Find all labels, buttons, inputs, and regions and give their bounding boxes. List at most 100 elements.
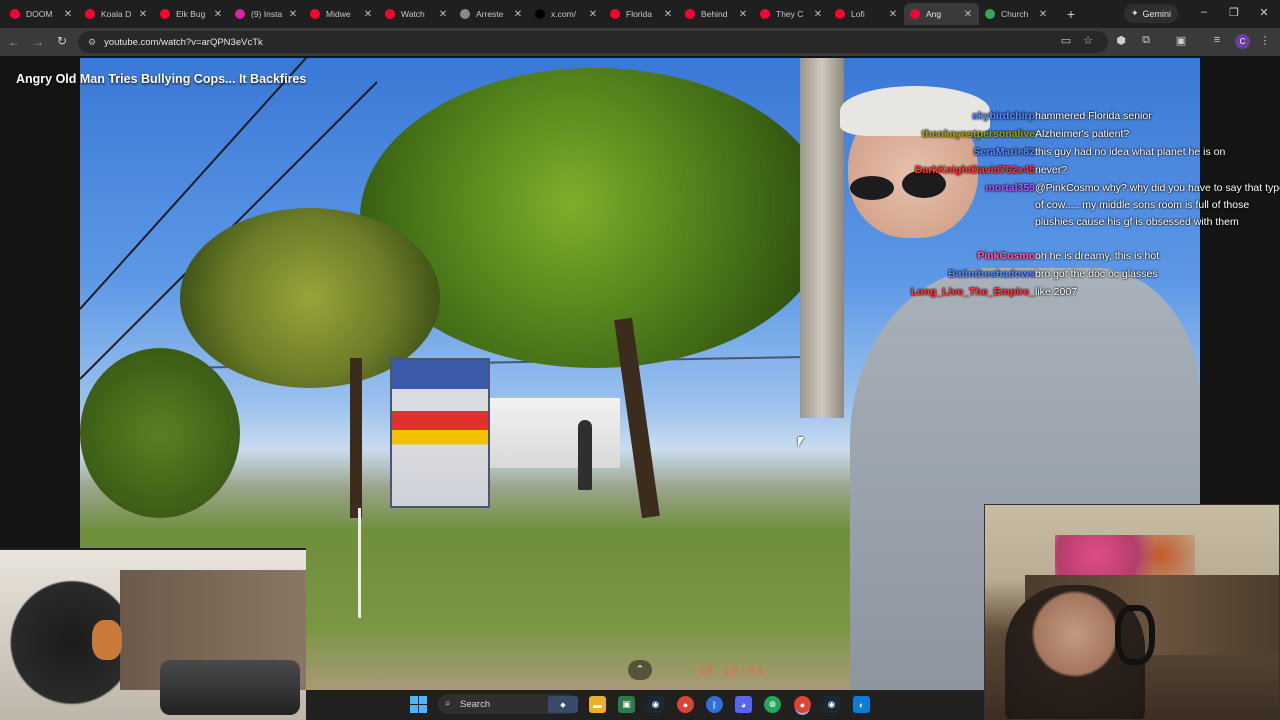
close-tab-icon[interactable]: ✕ (63, 9, 73, 20)
forward-icon[interactable]: → (26, 35, 50, 49)
windows-start-icon[interactable] (410, 696, 427, 713)
youtube-icon (160, 9, 170, 19)
tab-title: Watch (401, 9, 425, 19)
close-tab-icon[interactable]: ✕ (363, 9, 373, 20)
browser-tab[interactable]: They C ✕ (754, 3, 829, 25)
webcam-left (0, 548, 306, 720)
chat-username[interactable]: SeraMarie82 (973, 144, 1035, 161)
close-tab-icon[interactable]: ✕ (213, 9, 223, 20)
site-info-icon[interactable]: ⚙ (88, 37, 96, 48)
chat-username[interactable]: theokayestpersonalive (922, 126, 1035, 143)
browser-tab[interactable]: Elk Bug ✕ (154, 3, 229, 25)
browser-tab[interactable]: Arreste ✕ (454, 3, 529, 25)
media-controls-icon[interactable]: ≡ (1209, 34, 1225, 46)
close-tab-icon[interactable]: ✕ (1038, 9, 1048, 20)
browser-tab[interactable]: x.com/ ✕ (529, 3, 604, 25)
minimize-icon[interactable]: – (1197, 6, 1211, 18)
steam-icon[interactable]: ◉ (647, 696, 664, 713)
plush-toys (1055, 535, 1195, 575)
chat-username[interactable]: PinkCosmo (977, 248, 1035, 265)
youtube-icon (760, 9, 770, 19)
youtube-icon (835, 9, 845, 19)
instagram-icon (235, 9, 245, 19)
more-menu-icon[interactable]: ⋮ (1257, 34, 1273, 47)
app-icon[interactable]: ▣ (618, 696, 635, 713)
close-tab-icon[interactable]: ✕ (513, 9, 523, 20)
close-tab-icon[interactable]: ✕ (138, 9, 148, 20)
browser-tab[interactable]: Watch ✕ (379, 3, 454, 25)
teddy-bear (92, 620, 122, 660)
close-tab-icon[interactable]: ✕ (738, 9, 748, 20)
camera-timestamp: -18 10:04 (690, 664, 765, 678)
browser-tab[interactable]: DOOM ✕ (4, 3, 79, 25)
youtube-icon (610, 9, 620, 19)
youtube-icon (910, 9, 920, 19)
tab-title: x.com/ (551, 9, 577, 19)
back-icon[interactable]: ← (2, 35, 26, 49)
extension-icon[interactable]: ⬢ (1113, 34, 1129, 47)
chrome-active-icon[interactable]: ● (794, 696, 811, 713)
browser-tab[interactable]: Koala D ✕ (79, 3, 154, 25)
address-bar[interactable]: ⚙ youtube.com/watch?v=arQPN3eVcTk (78, 31, 1108, 53)
tab-title: Midwe (326, 9, 351, 19)
edge-icon[interactable]: ◐ (853, 696, 870, 713)
youtube-icon (10, 9, 20, 19)
cast-icon[interactable]: ▭ (1058, 34, 1074, 47)
new-tab-icon[interactable]: + (1060, 6, 1082, 22)
close-tab-icon[interactable]: ✕ (813, 9, 823, 20)
chat-username[interactable]: Long_Live_The_Empire_ (911, 284, 1035, 301)
sparkle-icon: ✦ (1130, 8, 1139, 18)
browser-tab[interactable]: Lofi ✕ (829, 3, 904, 25)
x-icon (535, 9, 545, 19)
profile-avatar[interactable]: C (1235, 34, 1250, 49)
chat-username[interactable]: skybirdchirp (972, 108, 1035, 125)
sidebar-icon[interactable]: ▣ (1173, 34, 1189, 47)
youtube-icon (385, 9, 395, 19)
close-tab-icon[interactable]: ✕ (663, 9, 673, 20)
browser-tab[interactable]: Church ✕ (979, 3, 1054, 25)
gemini-button[interactable]: ✦ Gemini (1124, 4, 1178, 23)
chat-text: @PinkCosmo why? why did you have to say … (1035, 182, 1280, 228)
tab-title: Arreste (476, 9, 504, 19)
mouse-cursor (798, 437, 804, 447)
robot-tank (160, 660, 300, 715)
discord-icon[interactable]: ◕ (735, 696, 752, 713)
close-tab-icon[interactable]: ✕ (588, 9, 598, 20)
sunglasses-left (850, 176, 894, 200)
xbox-icon[interactable]: ⊗ (764, 696, 781, 713)
close-window-icon[interactable]: ✕ (1257, 6, 1271, 19)
youtube-icon (685, 9, 695, 19)
chat-text: hammered Florida senior (1035, 110, 1152, 122)
chat-username[interactable]: mortal359 (985, 180, 1035, 197)
bystander (578, 420, 592, 490)
file-explorer-icon[interactable]: ▬ (589, 696, 606, 713)
tab-title: Elk Bug (176, 9, 206, 19)
bookmark-star-icon[interactable]: ☆ (1080, 34, 1096, 47)
chat-username[interactable]: DarkKnightDavid762x45 (915, 162, 1035, 179)
browser-tab[interactable]: Ang ✕ (904, 3, 979, 25)
webcam-right (984, 504, 1280, 720)
close-tab-icon[interactable]: ✕ (438, 9, 448, 20)
browser-toolbar: ← → ↻ ⚙ youtube.com/watch?v=arQPN3eVcTk … (0, 28, 1280, 56)
maximize-icon[interactable]: ❐ (1227, 6, 1241, 19)
chat-text: like 2007 (1035, 286, 1078, 298)
extensions-puzzle-icon[interactable]: ⧉ (1138, 34, 1154, 47)
browser-tab[interactable]: Behind ✕ (679, 3, 754, 25)
browser-tab[interactable]: (9) Insta ✕ (229, 3, 304, 25)
chevron-up-icon[interactable]: ⌃ (628, 660, 652, 680)
steam-icon[interactable]: ◉ (823, 696, 840, 713)
screen: { "browser": { "tabs": [ {"label": "DOOM… (0, 0, 1280, 720)
chrome-icon[interactable]: ● (677, 696, 694, 713)
close-tab-icon[interactable]: ✕ (288, 9, 298, 20)
search-label: Search (460, 698, 491, 710)
close-tab-icon[interactable]: ✕ (963, 9, 973, 20)
search-highlight-icon[interactable]: ◆ (548, 696, 578, 713)
chat-username[interactable]: Batintheshadows (948, 266, 1035, 283)
plaza-sign (390, 358, 490, 508)
reload-icon[interactable]: ↻ (50, 34, 74, 48)
tab-title: Ang (926, 9, 942, 19)
close-tab-icon[interactable]: ✕ (888, 9, 898, 20)
browser-tab[interactable]: Florida ✕ (604, 3, 679, 25)
browser-tab[interactable]: Midwe ✕ (304, 3, 379, 25)
bluetooth-app-icon[interactable]: ᛒ (706, 696, 723, 713)
